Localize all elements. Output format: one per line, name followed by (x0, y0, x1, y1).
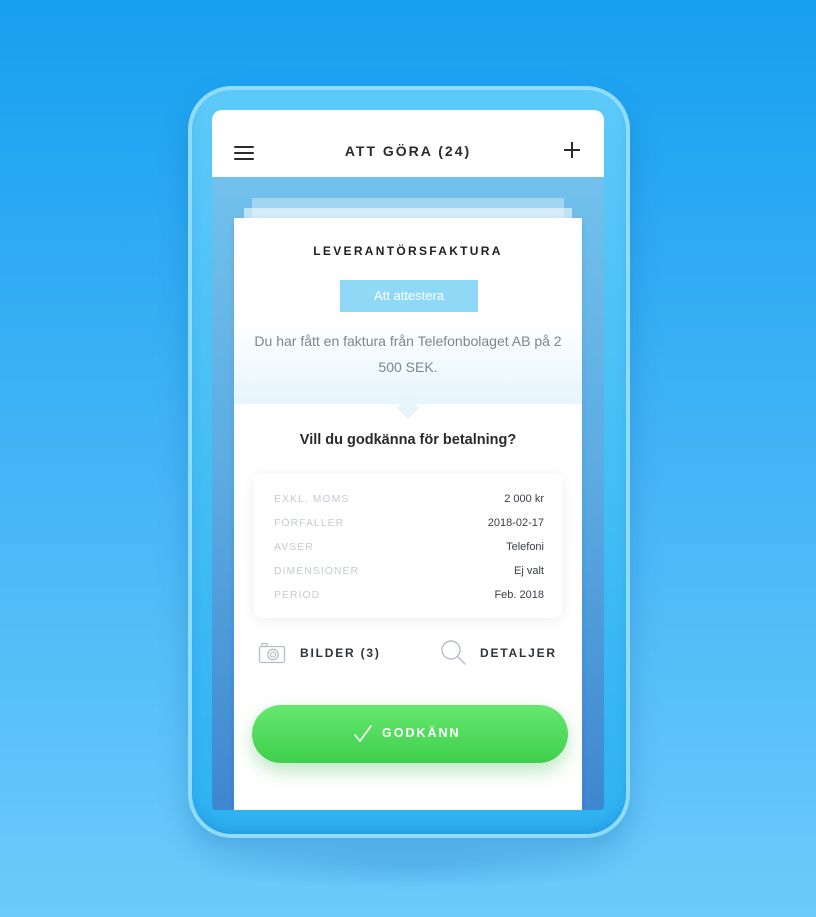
images-button[interactable]: BILDER (3) (258, 638, 398, 668)
page-title: ATT GÖRA (24) (344, 143, 472, 159)
phone-floor-shadow (190, 840, 630, 890)
images-label: BILDER (3) (300, 646, 381, 660)
card-title: LEVERANTÖRSFAKTURA (313, 244, 503, 258)
detail-label: AVSER (274, 541, 314, 553)
camera-icon (258, 642, 286, 664)
detail-row-dimensioner: DIMENSIONER Ej valt (274, 565, 544, 583)
detail-value: Ej valt (514, 565, 544, 577)
approve-label: GODKÄNN (382, 726, 461, 740)
magnifier-icon (441, 640, 466, 665)
detail-row-exkl-moms: EXKL. MOMS 2 000 kr (274, 493, 544, 511)
detail-value: 2 000 kr (504, 493, 544, 505)
approval-question: Vill du godkänna för betalning? (299, 432, 517, 448)
invoice-card: LEVERANTÖRSFAKTURA Att attestera Du har … (234, 218, 582, 810)
detail-row-avser: AVSER Telefoni (274, 541, 544, 559)
approve-button[interactable]: GODKÄNN (252, 705, 568, 763)
detail-label: EXKL. MOMS (274, 493, 350, 505)
detail-value: Telefoni (506, 541, 544, 553)
plus-icon[interactable] (564, 142, 580, 158)
detail-label: DIMENSIONER (274, 565, 360, 577)
top-navbar: ATT GÖRA (24) (212, 110, 604, 177)
checkmark-icon (354, 725, 372, 742)
invoice-description: Du har fått en faktura från Telefonbolag… (254, 333, 562, 375)
detail-row-period: PERIOD Feb. 2018 (274, 589, 544, 607)
phone-screen: ATT GÖRA (24) LEVERANTÖRSFAKTURA Att att… (212, 110, 604, 810)
card-header: LEVERANTÖRSFAKTURA Att attestera Du har … (234, 218, 582, 404)
detail-label: FÖRFALLER (274, 517, 345, 529)
detail-label: PERIOD (274, 589, 321, 601)
details-button[interactable]: DETALJER (440, 638, 570, 668)
details-label: DETALJER (480, 646, 557, 660)
status-badge: Att attestera (340, 280, 478, 312)
detail-row-forfaller: FÖRFALLER 2018-02-17 (274, 517, 544, 535)
detail-value: 2018-02-17 (487, 517, 544, 529)
detail-value: Feb. 2018 (494, 589, 544, 601)
invoice-details-box: EXKL. MOMS 2 000 kr FÖRFALLER 2018-02-17… (254, 473, 562, 618)
